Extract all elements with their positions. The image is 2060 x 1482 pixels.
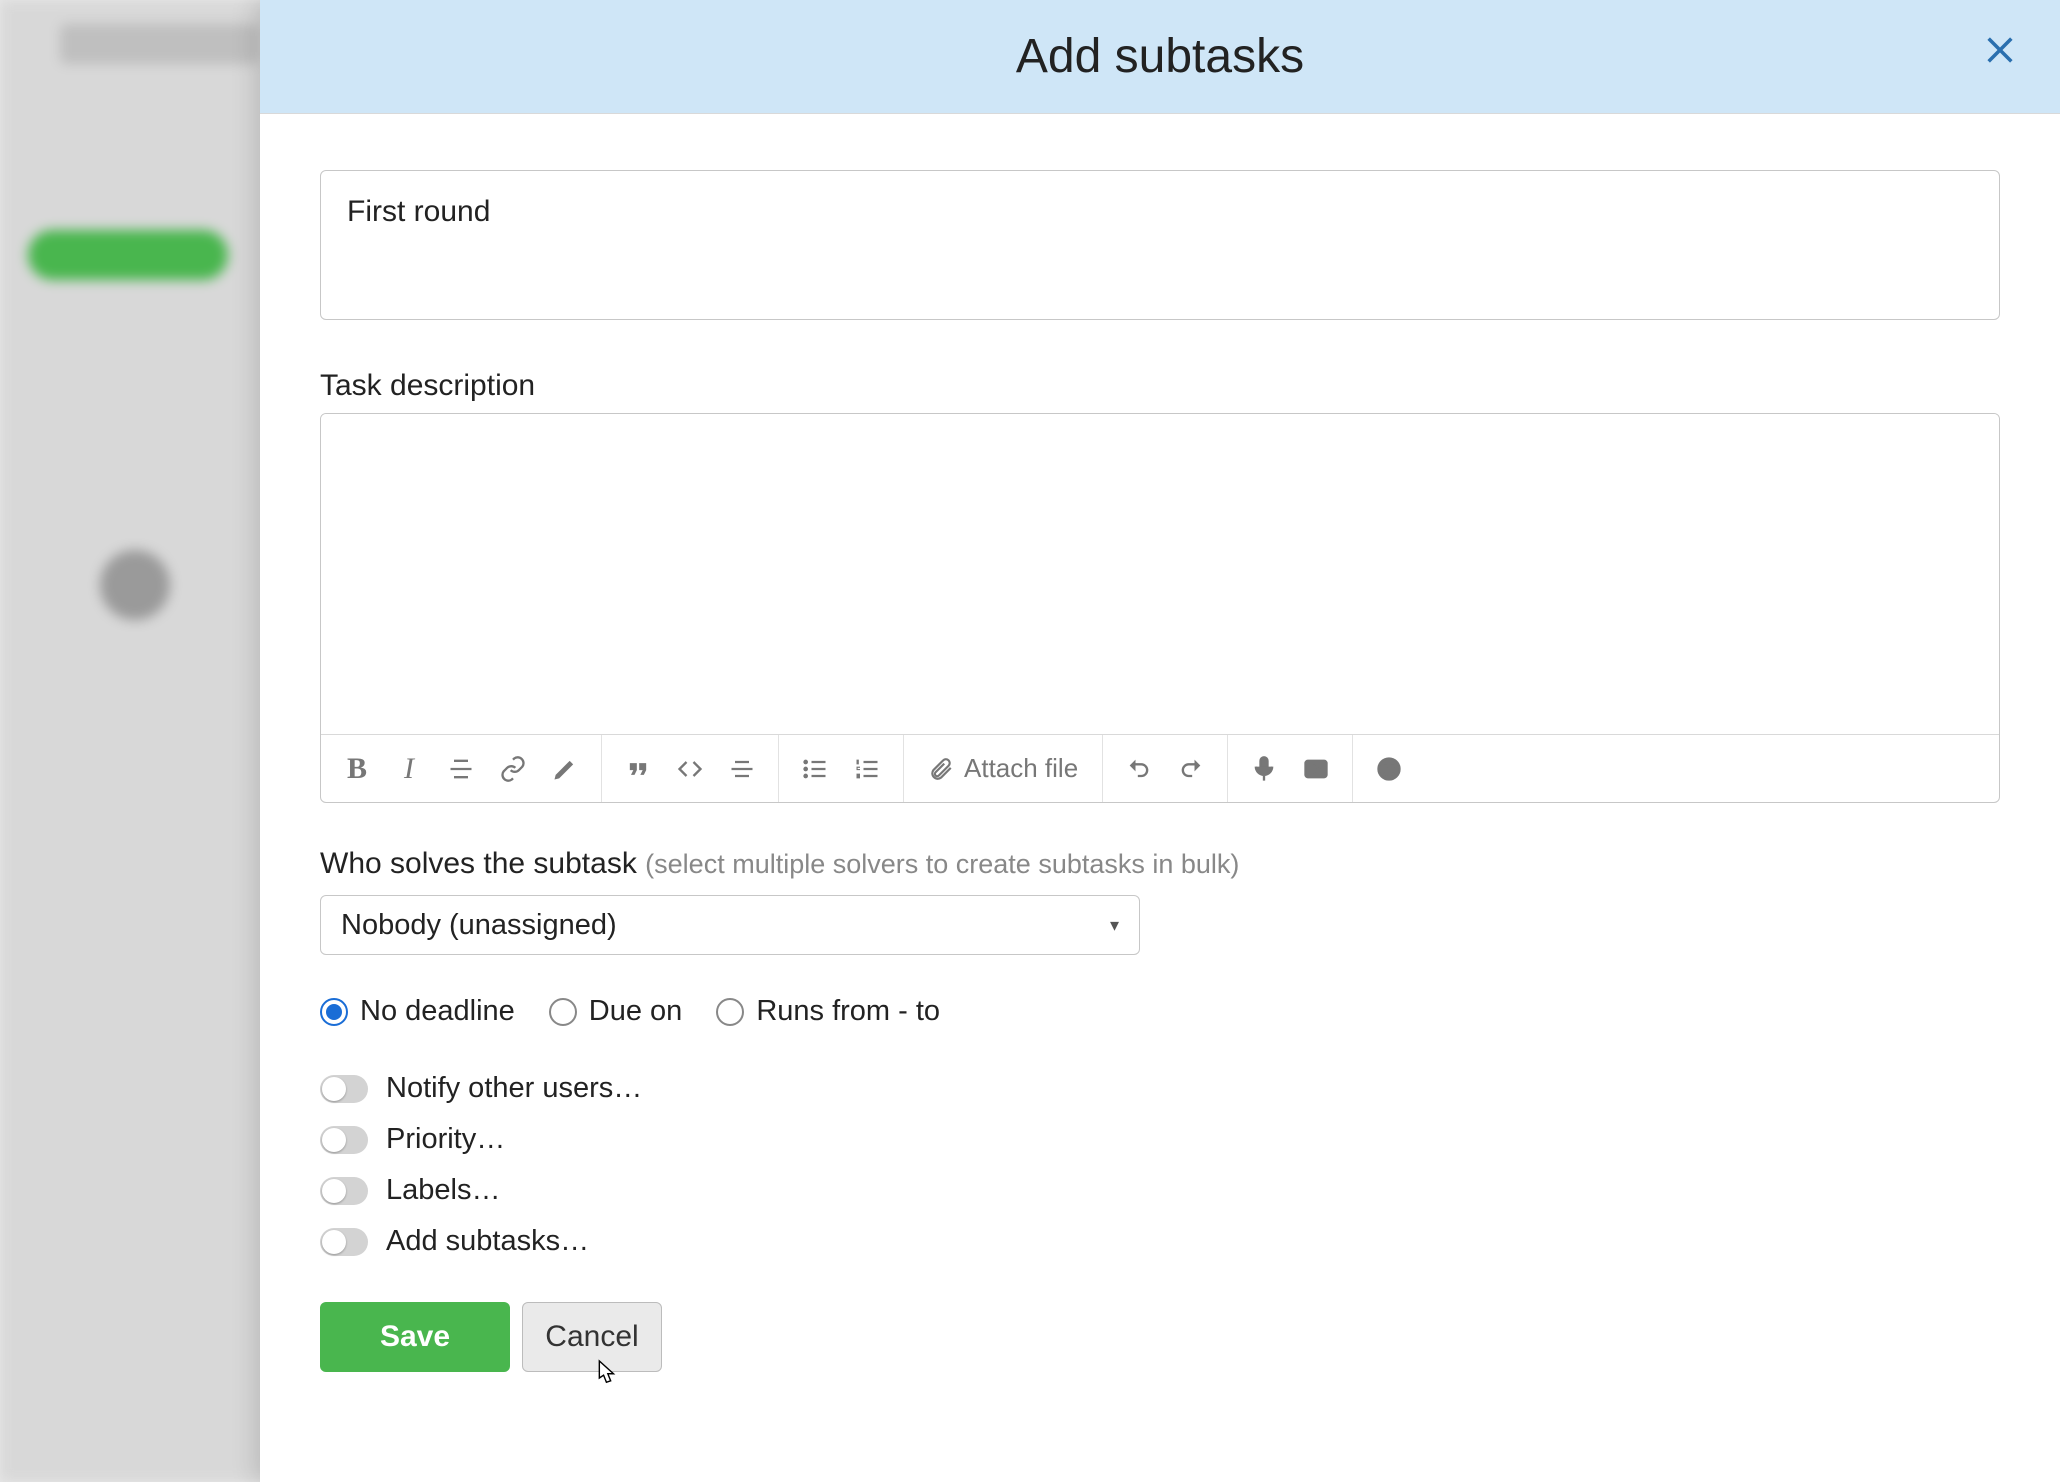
numbered-list-icon [853, 755, 881, 783]
quote-button[interactable] [612, 743, 664, 795]
toggle-switch-icon [320, 1075, 368, 1103]
solver-hint: (select multiple solvers to create subta… [645, 849, 1239, 879]
mic-icon [1250, 755, 1278, 783]
emoji-button[interactable] [1363, 743, 1415, 795]
hr-button[interactable] [716, 743, 768, 795]
highlight-icon [551, 755, 579, 783]
description-textarea[interactable] [321, 414, 1999, 734]
solver-selected-value: Nobody (unassigned) [341, 909, 617, 942]
video-icon [1302, 755, 1330, 783]
italic-button[interactable]: I [383, 743, 435, 795]
highlight-button[interactable] [539, 743, 591, 795]
toggle-notify-users[interactable]: Notify other users… [320, 1072, 2000, 1105]
modal-header: Add subtasks [260, 0, 2060, 114]
description-label: Task description [320, 369, 2000, 403]
quote-icon [624, 755, 652, 783]
bold-button[interactable]: B [331, 743, 383, 795]
deadline-radio-group: No deadline Due on Runs from - to [320, 995, 2000, 1028]
bullet-list-icon [801, 755, 829, 783]
redo-icon [1177, 755, 1205, 783]
toggle-switch-icon [320, 1228, 368, 1256]
chevron-down-icon: ▾ [1110, 915, 1119, 936]
radio-no-deadline[interactable]: No deadline [320, 995, 515, 1028]
toggle-labels[interactable]: Labels… [320, 1174, 2000, 1207]
link-icon [499, 755, 527, 783]
numbered-list-button[interactable] [841, 743, 893, 795]
solver-select[interactable]: Nobody (unassigned) ▾ [320, 895, 1140, 955]
close-button[interactable] [1976, 26, 2024, 74]
close-icon [1983, 33, 2017, 67]
bullet-list-button[interactable] [789, 743, 841, 795]
editor-toolbar: B I [321, 734, 1999, 802]
add-subtasks-modal: Add subtasks Task description B I [260, 0, 2060, 1482]
code-icon [676, 755, 704, 783]
video-button[interactable] [1290, 743, 1342, 795]
strikethrough-icon [447, 755, 475, 783]
radio-runs-from-to[interactable]: Runs from - to [716, 995, 940, 1028]
modal-title: Add subtasks [1016, 29, 1304, 84]
link-button[interactable] [487, 743, 539, 795]
redo-button[interactable] [1165, 743, 1217, 795]
mic-button[interactable] [1238, 743, 1290, 795]
code-button[interactable] [664, 743, 716, 795]
modal-body: Task description B I [260, 114, 2060, 1412]
attach-file-label: Attach file [964, 753, 1078, 784]
toggle-switch-icon [320, 1126, 368, 1154]
description-editor: B I [320, 413, 2000, 803]
strikethrough-button[interactable] [435, 743, 487, 795]
undo-icon [1125, 755, 1153, 783]
undo-button[interactable] [1113, 743, 1165, 795]
cancel-button[interactable]: Cancel [522, 1302, 662, 1372]
radio-due-on[interactable]: Due on [549, 995, 683, 1028]
emoji-icon [1375, 755, 1403, 783]
hr-icon [728, 755, 756, 783]
paperclip-icon [928, 756, 954, 782]
toggle-switch-icon [320, 1177, 368, 1205]
toggle-add-subtasks[interactable]: Add subtasks… [320, 1225, 2000, 1258]
toggle-list: Notify other users… Priority… Labels… Ad… [320, 1072, 2000, 1258]
save-button[interactable]: Save [320, 1302, 510, 1372]
toggle-priority[interactable]: Priority… [320, 1123, 2000, 1156]
attach-file-button[interactable]: Attach file [914, 753, 1092, 784]
action-buttons: Save Cancel [320, 1302, 2000, 1372]
radio-icon [320, 998, 348, 1026]
radio-icon [549, 998, 577, 1026]
solver-label: Who solves the subtask (select multiple … [320, 847, 2000, 881]
task-name-input[interactable] [320, 170, 2000, 320]
radio-icon [716, 998, 744, 1026]
